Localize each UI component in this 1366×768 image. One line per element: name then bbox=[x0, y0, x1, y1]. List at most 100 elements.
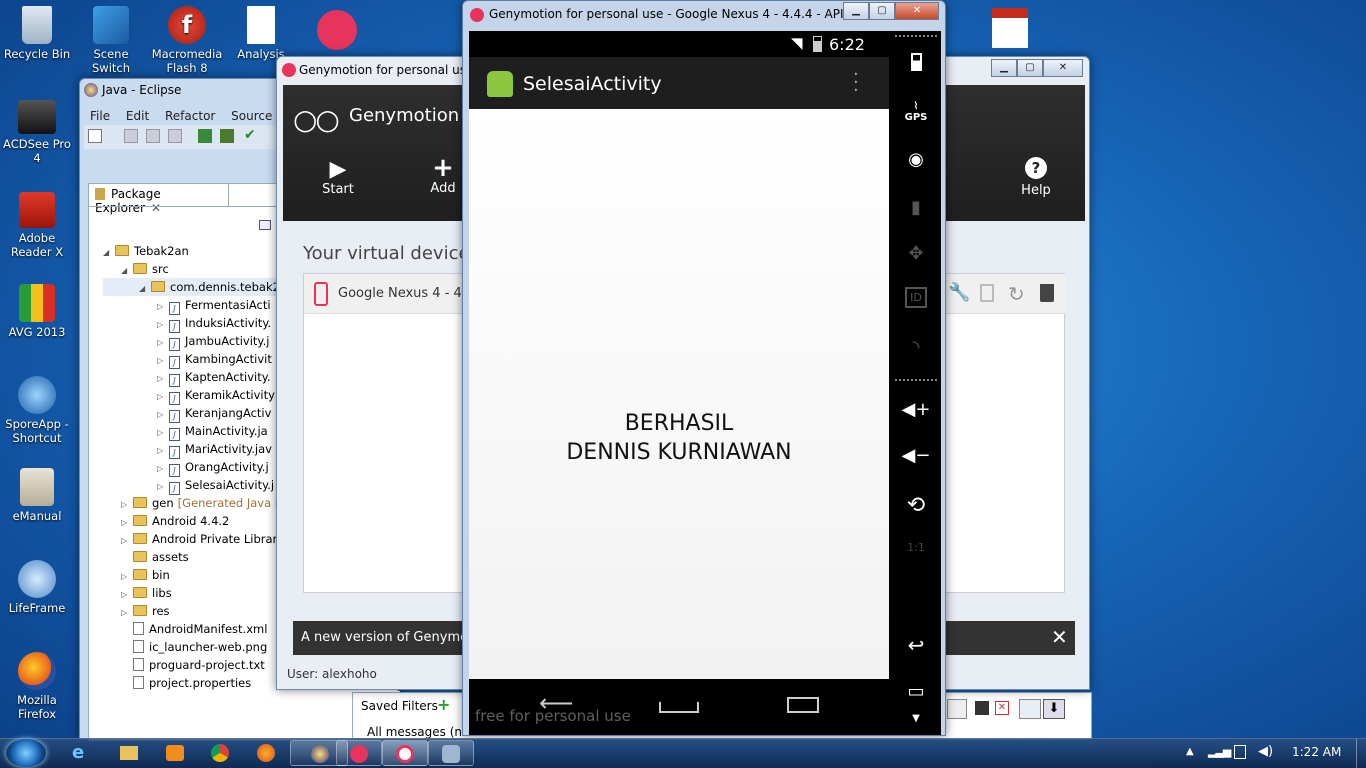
nav-recents-icon[interactable] bbox=[787, 697, 819, 713]
settings-wrench-icon[interactable]: 🔧 bbox=[948, 282, 970, 303]
clone-icon[interactable] bbox=[980, 284, 994, 302]
app-title: SelesaiActivity bbox=[523, 73, 662, 95]
battery-icon[interactable] bbox=[891, 53, 941, 76]
taskbar-firefox[interactable] bbox=[244, 740, 290, 766]
desktop-icon-recycle-bin[interactable]: Recycle Bin bbox=[0, 6, 74, 61]
dropdown-button[interactable] bbox=[947, 699, 967, 719]
webcam-icon[interactable]: ◉ bbox=[891, 149, 941, 170]
desktop-icon-scene-switch[interactable]: Scene Switch bbox=[74, 6, 148, 75]
checkmark-icon[interactable]: ✔ bbox=[244, 127, 256, 143]
desktop-icon-lifeframe[interactable]: LifeFrame bbox=[0, 560, 74, 615]
taskbar-ie[interactable]: e bbox=[58, 740, 104, 766]
desktop-icon-acdsee[interactable]: ACDSee Pro 4 bbox=[0, 100, 74, 165]
phone-frame: ◥ 6:22 SelesaiActivity · · · BERHASIL DENN… bbox=[469, 31, 941, 735]
close-button[interactable]: ✕ bbox=[1043, 59, 1083, 77]
nav-home-icon[interactable] bbox=[659, 695, 699, 713]
desktop-icon-analysis[interactable]: Analysis bbox=[224, 6, 298, 61]
genymotion-desktop-icon[interactable] bbox=[317, 10, 357, 50]
firefox-icon bbox=[18, 652, 56, 690]
tree-item-label: FermentasiActi bbox=[185, 298, 271, 312]
desktop-icon-flash[interactable]: f Macromedia Flash 8 bbox=[150, 6, 224, 75]
desktop-icon-avg[interactable]: AVG 2013 bbox=[0, 284, 74, 339]
dpad-icon[interactable]: ✥ bbox=[891, 243, 941, 264]
maximize-button[interactable]: ▢ bbox=[1017, 59, 1043, 77]
scroll-lock-icon[interactable]: ⬇ bbox=[1043, 699, 1065, 719]
volume-up-icon[interactable]: ◀+ bbox=[891, 399, 941, 420]
tree-item-label: KambingActivit bbox=[185, 352, 272, 366]
taskbar-genymotion-player[interactable] bbox=[382, 740, 428, 766]
file-icon bbox=[133, 622, 144, 635]
overflow-menu-icon[interactable]: · · · bbox=[853, 66, 859, 100]
desktop-icon-sporeapp[interactable]: SporeApp - Shortcut bbox=[0, 376, 74, 445]
update-notice-text: A new version of Genymotic bbox=[301, 630, 484, 645]
result-text: BERHASIL DENNIS KURNIAWAN bbox=[469, 409, 889, 467]
tree-item-label: SelesaiActivity.j bbox=[185, 478, 275, 492]
eclipse-icon bbox=[84, 83, 98, 97]
expand-toggle-icon[interactable]: ◢ bbox=[121, 262, 133, 280]
show-hidden-icons[interactable]: ▲ bbox=[1186, 746, 1194, 757]
print-icon[interactable] bbox=[168, 129, 182, 143]
menu-edit[interactable]: Edit bbox=[126, 109, 149, 123]
pdf-desktop-icon[interactable] bbox=[992, 8, 1028, 48]
volume-down-icon[interactable]: ◀− bbox=[891, 445, 941, 466]
avd-manager-icon[interactable] bbox=[220, 129, 234, 143]
gps-icon[interactable]: ⌇ GPS bbox=[891, 101, 941, 123]
minimize-button[interactable]: ▁ bbox=[843, 2, 869, 20]
clear-log-icon[interactable]: ✕ bbox=[995, 701, 1009, 715]
expand-toggle-icon[interactable]: ◢ bbox=[139, 280, 151, 298]
package-explorer-icon bbox=[95, 188, 105, 200]
close-notice-icon[interactable]: ✕ bbox=[1051, 625, 1068, 649]
scroll-down-icon[interactable]: ▼ bbox=[891, 713, 941, 724]
taskbar-chrome[interactable] bbox=[198, 740, 244, 766]
minimize-button[interactable]: ▁ bbox=[991, 59, 1017, 77]
android-icon bbox=[487, 71, 513, 97]
help-button[interactable]: ? Help bbox=[1011, 157, 1061, 198]
taskbar-explorer[interactable] bbox=[106, 740, 152, 766]
tab-package-explorer[interactable]: Package Explorer ✕ bbox=[89, 184, 229, 215]
start-button[interactable]: ▶ Start bbox=[313, 157, 363, 197]
all-messages-item[interactable]: All messages (no bbox=[367, 725, 469, 739]
add-button[interactable]: + Add bbox=[423, 155, 463, 196]
taskbar-genymotion[interactable] bbox=[336, 740, 382, 766]
menu-source[interactable]: Source bbox=[231, 109, 272, 123]
taskbar-media-player[interactable] bbox=[152, 740, 198, 766]
menu-refactor[interactable]: Refactor bbox=[165, 109, 215, 123]
close-icon[interactable]: ✕ bbox=[151, 201, 161, 215]
close-button[interactable]: ✕ bbox=[895, 2, 939, 20]
status-bar: ◥ 6:22 bbox=[469, 31, 889, 57]
taskbar-other-app[interactable] bbox=[428, 740, 474, 766]
volume-icon[interactable]: ◀) bbox=[1258, 744, 1273, 759]
start-label: Start bbox=[322, 182, 354, 197]
rotate-icon[interactable]: ⟲ bbox=[891, 493, 941, 518]
save-log-icon[interactable] bbox=[975, 701, 989, 715]
save-all-icon[interactable] bbox=[146, 129, 160, 143]
delete-icon[interactable] bbox=[1040, 284, 1054, 302]
back-icon[interactable]: ↩ bbox=[891, 633, 941, 657]
maximize-button[interactable]: ▢ bbox=[869, 2, 895, 20]
file-icon bbox=[133, 676, 144, 689]
reset-icon[interactable]: ↻ bbox=[1008, 282, 1025, 306]
scale-icon[interactable]: 1:1 bbox=[891, 541, 941, 554]
rss-icon[interactable]: ◝ bbox=[891, 337, 941, 358]
new-file-icon[interactable] bbox=[88, 129, 102, 143]
tree-item-label: KeramikActivity bbox=[185, 388, 275, 402]
action-center-icon[interactable] bbox=[1234, 745, 1246, 759]
toggle-view-icon[interactable] bbox=[1019, 699, 1041, 719]
desktop-icon-firefox[interactable]: Mozilla Firefox bbox=[0, 652, 74, 721]
id-icon[interactable]: ID bbox=[891, 287, 941, 308]
recent-apps-icon[interactable]: ▭ bbox=[891, 681, 941, 702]
add-filter-icon[interactable]: + bbox=[437, 695, 450, 714]
save-icon[interactable] bbox=[124, 129, 138, 143]
network-icon[interactable]: ▂▃▅ bbox=[1208, 745, 1231, 758]
show-desktop-button[interactable] bbox=[1356, 739, 1366, 768]
clock[interactable]: 1:22 AM bbox=[1292, 745, 1341, 759]
screencast-icon[interactable]: ▮ bbox=[891, 197, 941, 218]
start-button[interactable] bbox=[6, 739, 46, 767]
genymotion-icon bbox=[282, 63, 296, 77]
desktop-icon-emanual[interactable]: eManual bbox=[0, 468, 74, 523]
menu-file[interactable]: File bbox=[90, 109, 110, 123]
sdk-manager-icon[interactable] bbox=[198, 129, 212, 143]
collapse-all-icon[interactable] bbox=[259, 220, 271, 230]
expand-toggle-icon[interactable]: ◢ bbox=[103, 244, 115, 262]
desktop-icon-adobe-reader[interactable]: Adobe Reader X bbox=[0, 192, 74, 259]
